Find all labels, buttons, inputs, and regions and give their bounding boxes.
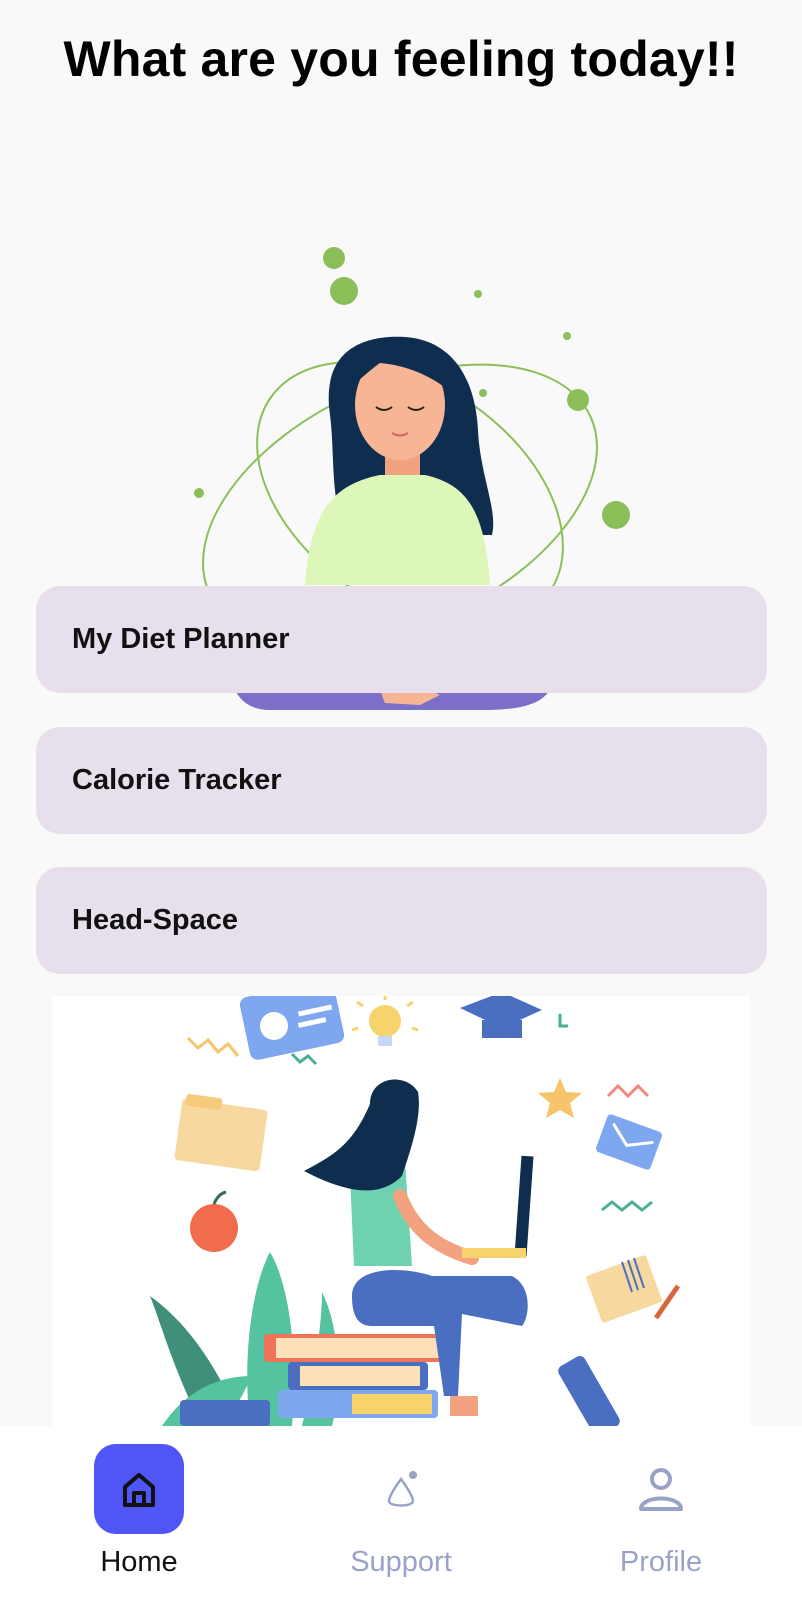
head-space-card[interactable]: Head-Space xyxy=(36,867,767,974)
diet-planner-card[interactable]: My Diet Planner xyxy=(36,586,767,693)
nav-home-label: Home xyxy=(100,1546,178,1578)
head-space-label: Head-Space xyxy=(72,904,239,936)
nav-profile[interactable]: Profile xyxy=(561,1426,761,1600)
calorie-tracker-card[interactable]: Calorie Tracker xyxy=(36,727,767,834)
profile-icon-wrap xyxy=(616,1444,706,1534)
nav-home[interactable]: Home xyxy=(39,1426,239,1600)
nav-support-label: Support xyxy=(350,1546,452,1578)
diet-planner-label: My Diet Planner xyxy=(72,623,290,655)
bottom-navigation: Home Support Profile xyxy=(0,1426,802,1600)
profile-icon xyxy=(639,1468,683,1511)
calorie-tracker-label: Calorie Tracker xyxy=(72,764,282,796)
home-icon-wrap xyxy=(94,1444,184,1534)
nav-profile-label: Profile xyxy=(619,1546,703,1578)
nav-support[interactable]: Support xyxy=(301,1426,501,1600)
home-icon xyxy=(123,1473,155,1507)
support-icon-wrap xyxy=(356,1444,446,1534)
page-title: What are you feeling today!! xyxy=(63,31,739,87)
study-illustration xyxy=(52,996,750,1426)
support-icon xyxy=(387,1471,417,1507)
